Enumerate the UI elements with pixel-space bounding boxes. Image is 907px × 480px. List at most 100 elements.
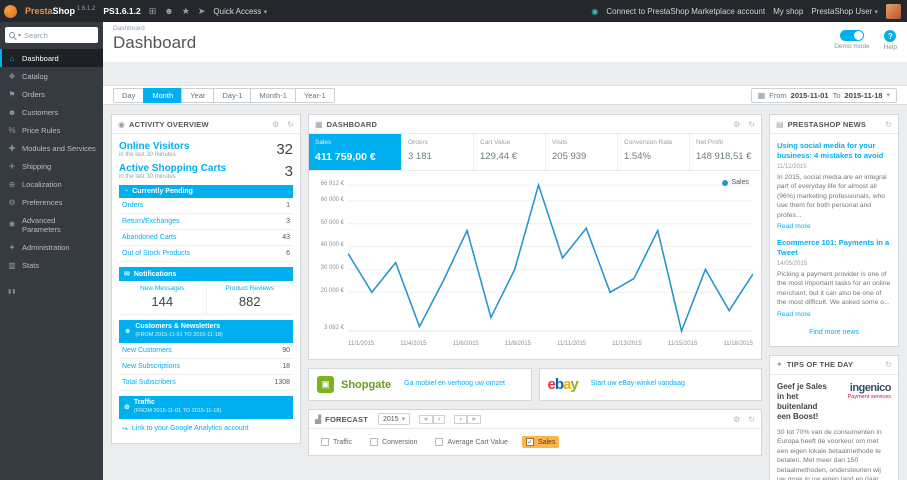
forecast-legend-conversion[interactable]: Conversion bbox=[366, 436, 421, 448]
read-more-link[interactable]: Read more bbox=[777, 223, 891, 230]
sidebar-search: ▾ bbox=[5, 27, 98, 43]
sales-chart-svg bbox=[347, 182, 754, 334]
collapse-sidebar-button[interactable]: ▮▮ bbox=[8, 288, 103, 295]
sidebar-item-preferences[interactable]: ⚙ Preferences bbox=[0, 193, 103, 211]
user-menu[interactable]: PrestaShop User ▾ bbox=[811, 7, 878, 16]
first-page-button[interactable]: « bbox=[419, 414, 434, 424]
refresh-icon[interactable]: ↻ bbox=[748, 120, 755, 129]
kpi-sales[interactable]: Sales 411 759,00 € bbox=[309, 134, 402, 170]
sidebar-item-advanced-parameters[interactable]: ✱ Advanced Parameters bbox=[0, 211, 103, 238]
kpi-cart-value[interactable]: Cart Value 129,44 € bbox=[474, 134, 546, 170]
sidebar-item-localization[interactable]: ⊕ Localization bbox=[0, 175, 103, 193]
sidebar-nav: ⌂ Dashboard ❖ Catalog ⚑ Orders ☻ Customers %… bbox=[0, 49, 103, 274]
y-axis-tick: 66 912 € bbox=[320, 181, 344, 187]
sidebar-item-price-rules[interactable]: % Price Rules bbox=[0, 121, 103, 139]
ebay-link[interactable]: Start uw eBay-winkel vandaag bbox=[591, 380, 685, 388]
sidebar-item-stats[interactable]: ▥ Stats bbox=[0, 256, 103, 274]
kpi-orders[interactable]: Orders 3 181 bbox=[402, 134, 474, 170]
out-of-stock-value: 6 bbox=[286, 250, 290, 257]
legend-dot-icon bbox=[722, 179, 729, 186]
active-carts-label[interactable]: Active Shopping Carts bbox=[119, 163, 226, 174]
user-avatar[interactable] bbox=[886, 3, 901, 19]
forecast-legend-traffic[interactable]: Traffic bbox=[317, 436, 356, 448]
quick-access-button[interactable]: Quick Access ▾ bbox=[213, 7, 267, 16]
catalog-icon: ❖ bbox=[8, 71, 16, 81]
main-content: Dashboard Dashboard Demo mode ? Help Day… bbox=[103, 22, 907, 480]
section-title: Currently Pending bbox=[132, 188, 193, 195]
find-more-news-link[interactable]: Find more news bbox=[777, 326, 891, 342]
online-visitors-label[interactable]: Online Visitors bbox=[119, 141, 189, 152]
gear-icon[interactable]: ⚙ bbox=[733, 120, 740, 129]
range-button-day-1[interactable]: Day-1 bbox=[213, 87, 251, 103]
range-button-year[interactable]: Year bbox=[181, 87, 214, 103]
quick-access-label: Quick Access bbox=[213, 6, 262, 16]
sidebar-item-orders[interactable]: ⚑ Orders bbox=[0, 85, 103, 103]
google-analytics-link[interactable]: ↪ Link to your Google Analytics account bbox=[119, 419, 293, 439]
last-page-button[interactable]: » bbox=[466, 414, 481, 424]
new-messages-cell[interactable]: New Messages 144 bbox=[119, 281, 206, 314]
kpi-visits[interactable]: Visits 205 939 bbox=[546, 134, 618, 170]
to-label: To bbox=[832, 90, 841, 100]
sidebar-item-modules[interactable]: ✚ Modules and Services bbox=[0, 139, 103, 157]
out-of-stock-link[interactable]: Out of Stock Products bbox=[122, 250, 190, 257]
pending-row: Return/Exchanges 3 bbox=[119, 214, 293, 230]
read-more-link[interactable]: Read more bbox=[777, 311, 891, 318]
help-icon[interactable]: ? bbox=[884, 30, 897, 42]
refresh-icon[interactable]: ↻ bbox=[885, 120, 892, 129]
kpi-value: 148 918,51 € bbox=[696, 151, 752, 162]
product-reviews-cell[interactable]: Product Reviews 882 bbox=[205, 281, 294, 314]
prev-page-button[interactable]: ‹ bbox=[433, 414, 446, 424]
abandoned-carts-link[interactable]: Abandoned Carts bbox=[122, 234, 176, 241]
refresh-icon[interactable]: ↻ bbox=[885, 360, 892, 369]
chart-icon: ▟ bbox=[315, 414, 322, 424]
demo-mode-toggle[interactable] bbox=[839, 30, 864, 41]
kpi-conversion-rate[interactable]: Conversion Rate 1.54% bbox=[618, 134, 690, 170]
date-range-button[interactable]: ▦ From 2015-11-01 To 2015-11-18 ▾ bbox=[750, 87, 897, 103]
sidebar-item-shipping[interactable]: ✈ Shipping bbox=[0, 157, 103, 175]
next-page-button[interactable]: › bbox=[454, 414, 467, 424]
new-subscriptions-link[interactable]: New Subscriptions bbox=[122, 363, 180, 370]
gear-icon[interactable]: ⚙ bbox=[733, 415, 740, 424]
range-button-year-1[interactable]: Year-1 bbox=[294, 87, 335, 103]
globe-icon: ⊕ bbox=[124, 404, 130, 412]
pending-returns-link[interactable]: Return/Exchanges bbox=[122, 218, 180, 225]
sidebar-item-customers[interactable]: ☻ Customers bbox=[0, 103, 103, 121]
search-input[interactable] bbox=[24, 30, 94, 40]
forecast-legend-sales[interactable]: ✓ Sales bbox=[521, 436, 560, 448]
refresh-icon[interactable]: ↻ bbox=[287, 120, 294, 129]
search-scope-caret-icon[interactable]: ▾ bbox=[18, 32, 21, 39]
range-button-month[interactable]: Month bbox=[143, 87, 182, 103]
article-title-link[interactable]: Ecommerce 101: Payments in a Tweet bbox=[777, 238, 891, 258]
sidebar-item-dashboard[interactable]: ⌂ Dashboard bbox=[0, 49, 103, 67]
chevron-down-icon: ▾ bbox=[886, 92, 890, 99]
my-shop-link[interactable]: My shop bbox=[773, 7, 803, 16]
kpi-net-profit[interactable]: Net Profit 148 918,51 € bbox=[690, 134, 761, 170]
chart-legend[interactable]: Sales bbox=[722, 179, 749, 186]
pending-orders-link[interactable]: Orders bbox=[122, 202, 143, 209]
new-customers-link[interactable]: New Customers bbox=[122, 347, 172, 354]
shopgate-link[interactable]: Ga mobiel en verhoog uw omzet bbox=[404, 380, 505, 388]
stats-icon: ▥ bbox=[8, 260, 16, 270]
rocket-icon[interactable]: ➤ bbox=[198, 6, 206, 17]
total-subscribers-link[interactable]: Total Subscribers bbox=[122, 379, 176, 386]
range-button-month-1[interactable]: Month-1 bbox=[250, 87, 295, 103]
cart-notifications-icon[interactable]: ⊞ bbox=[149, 6, 157, 17]
sales-line bbox=[347, 182, 754, 334]
checkbox-icon bbox=[370, 438, 379, 446]
kpi-value: 129,44 € bbox=[480, 151, 517, 162]
kpi-label: Conversion Rate bbox=[624, 139, 673, 146]
favorites-icon[interactable]: ★ bbox=[182, 6, 190, 17]
gear-icon[interactable]: ⚙ bbox=[272, 120, 279, 129]
forecast-year-select[interactable]: 2015 ▾ bbox=[378, 413, 411, 425]
refresh-icon[interactable]: ↻ bbox=[748, 415, 755, 424]
breadcrumb[interactable]: Dashboard bbox=[113, 25, 196, 32]
sidebar-item-catalog[interactable]: ❖ Catalog bbox=[0, 67, 103, 85]
forecast-legend-average-cart-value[interactable]: Average Cart Value bbox=[431, 436, 511, 448]
sidebar-item-administration[interactable]: ✦ Administration bbox=[0, 238, 103, 256]
activity-column: ◉ ACTIVITY OVERVIEW ⚙ ↻ Online Visitors … bbox=[111, 114, 301, 480]
marketplace-connect-link[interactable]: Connect to PrestaShop Marketplace accoun… bbox=[606, 7, 765, 16]
article-title-link[interactable]: Using social media for your business: 4 … bbox=[777, 141, 891, 161]
legend-label: Average Cart Value bbox=[447, 438, 508, 446]
customers-notifications-icon[interactable]: ☻ bbox=[164, 6, 173, 16]
range-button-day[interactable]: Day bbox=[113, 87, 144, 103]
